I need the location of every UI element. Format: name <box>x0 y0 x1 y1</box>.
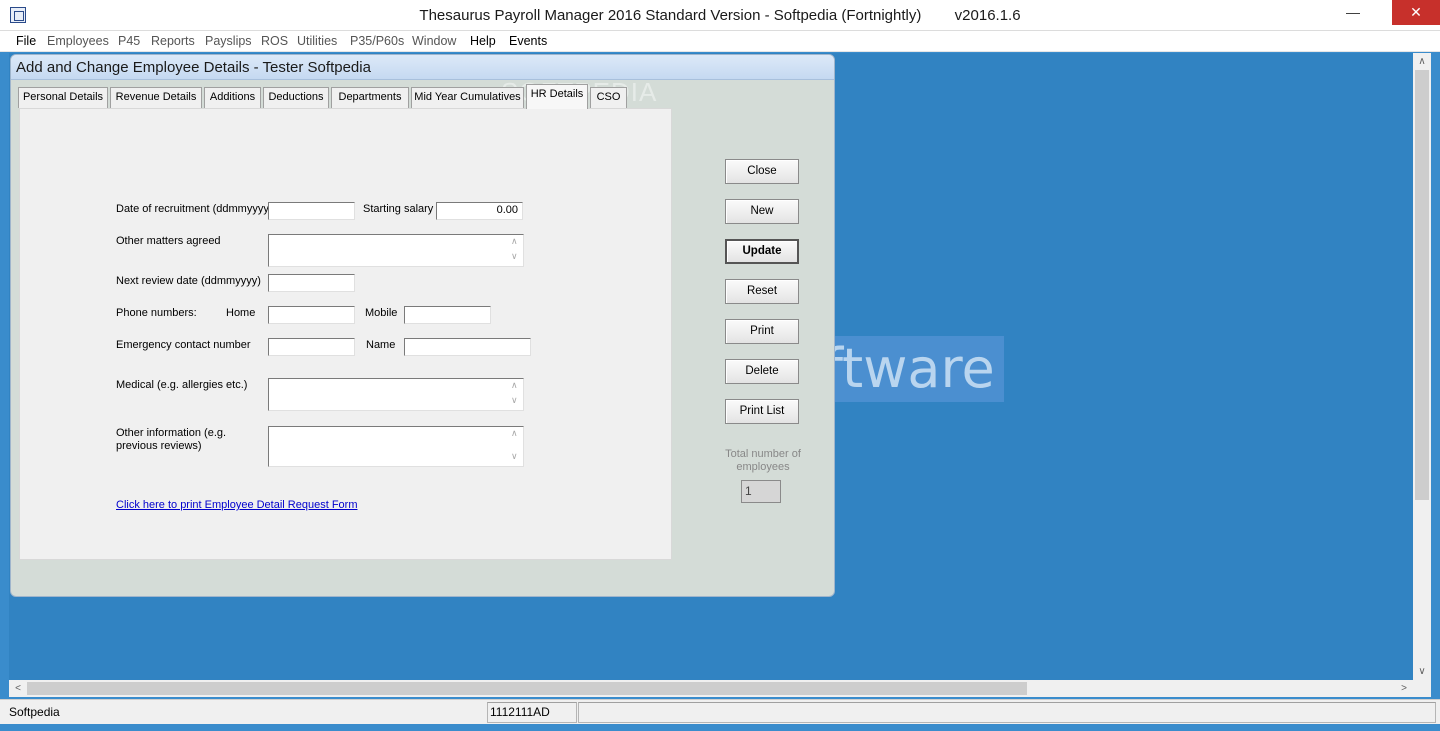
tab-personal-details[interactable]: Personal Details <box>18 87 108 108</box>
delete-button[interactable]: Delete <box>725 359 799 384</box>
print-request-form-link[interactable]: Click here to print Employee Detail Requ… <box>116 499 357 511</box>
horizontal-scroll-thumb[interactable] <box>27 682 1027 695</box>
tab-cso[interactable]: CSO <box>590 87 627 108</box>
scroll-up-icon[interactable]: ∧ <box>511 380 518 391</box>
child-title-bar[interactable]: Add and Change Employee Details - Tester… <box>11 55 834 80</box>
starting-salary-field[interactable]: 0.00 <box>436 202 523 220</box>
tab-departments[interactable]: Departments <box>331 87 409 108</box>
home-phone-field[interactable] <box>268 306 355 324</box>
hr-details-panel: Date of recruitment (ddmmyyyy) Starting … <box>19 108 672 560</box>
print-button[interactable]: Print <box>725 319 799 344</box>
menu-reports[interactable]: Reports <box>151 34 195 48</box>
menu-file[interactable]: File <box>16 34 36 48</box>
menu-events[interactable]: Events <box>509 34 547 48</box>
print-list-button[interactable]: Print List <box>725 399 799 424</box>
other-information-label: Other information (e.g. previous reviews… <box>116 427 227 452</box>
scroll-down-icon[interactable]: ∨ <box>511 451 518 462</box>
close-icon[interactable]: ✕ <box>1392 0 1440 25</box>
employee-details-window: Add and Change Employee Details - Tester… <box>10 54 835 597</box>
other-matters-field[interactable]: ∧ ∨ <box>268 234 524 267</box>
menu-help[interactable]: Help <box>470 34 496 48</box>
date-recruitment-field[interactable] <box>268 202 355 220</box>
menu-p35-p60s[interactable]: P35/P60s <box>350 34 404 48</box>
background-watermark: ftware <box>824 336 1004 402</box>
memo-scrollbar[interactable]: ∧ ∨ <box>509 379 523 410</box>
tab-revenue-details[interactable]: Revenue Details <box>110 87 202 108</box>
scroll-right-icon[interactable]: > <box>1395 680 1413 697</box>
medical-field[interactable]: ∧ ∨ <box>268 378 524 411</box>
emergency-contact-label: Emergency contact number <box>116 339 251 351</box>
medical-label: Medical (e.g. allergies etc.) <box>116 379 248 391</box>
menu-ros[interactable]: ROS <box>261 34 288 48</box>
menu-payslips[interactable]: Payslips <box>205 34 252 48</box>
scroll-up-icon[interactable]: ∧ <box>1413 53 1431 70</box>
scroll-down-icon[interactable]: ∨ <box>511 395 518 406</box>
scroll-up-icon[interactable]: ∧ <box>511 428 518 439</box>
new-button[interactable]: New <box>725 199 799 224</box>
horizontal-scrollbar[interactable]: < > <box>9 680 1413 697</box>
tab-hr-details[interactable]: HR Details <box>526 84 588 109</box>
update-button[interactable]: Update <box>725 239 799 264</box>
status-employer-number: 1112111AD <box>487 702 577 723</box>
window-title-bar: Thesaurus Payroll Manager 2016 Standard … <box>0 0 1440 31</box>
mobile-label: Mobile <box>365 307 398 319</box>
menu-employees[interactable]: Employees <box>47 34 109 48</box>
phone-numbers-label: Phone numbers: <box>116 307 197 319</box>
scroll-down-icon[interactable]: ∨ <box>511 251 518 262</box>
status-message <box>578 702 1436 723</box>
emergency-contact-field[interactable] <box>268 338 355 356</box>
contact-name-label: Name <box>366 339 396 351</box>
minimize-icon[interactable]: — <box>1330 0 1376 25</box>
scroll-up-icon[interactable]: ∧ <box>511 236 518 247</box>
child-window-title: Add and Change Employee Details - Tester… <box>16 59 371 76</box>
menu-window[interactable]: Window <box>412 34 456 48</box>
menu-utilities[interactable]: Utilities <box>297 34 337 48</box>
other-information-field[interactable]: ∧ ∨ <box>268 426 524 467</box>
vertical-scrollbar[interactable]: ∧ ∨ <box>1413 53 1431 680</box>
tab-additions[interactable]: Additions <box>204 87 261 108</box>
vertical-scroll-thumb[interactable] <box>1415 70 1429 500</box>
scroll-left-icon[interactable]: < <box>9 680 27 697</box>
tab-deductions[interactable]: Deductions <box>263 87 329 108</box>
starting-salary-label: Starting salary <box>363 203 434 215</box>
window-title: Thesaurus Payroll Manager 2016 Standard … <box>419 7 1021 24</box>
next-review-label: Next review date (ddmmyyyy) <box>116 275 261 287</box>
status-bar: Softpedia 1112111AD <box>0 699 1440 724</box>
reset-button[interactable]: Reset <box>725 279 799 304</box>
contact-name-field[interactable] <box>404 338 531 356</box>
other-matters-label: Other matters agreed <box>116 235 221 247</box>
date-recruitment-label: Date of recruitment (ddmmyyyy) <box>116 203 273 215</box>
memo-scrollbar[interactable]: ∧ ∨ <box>509 427 523 466</box>
close-button[interactable]: Close <box>725 159 799 184</box>
status-user: Softpedia <box>9 705 60 719</box>
menu-p45[interactable]: P45 <box>118 34 140 48</box>
next-review-field[interactable] <box>268 274 355 292</box>
mobile-phone-field[interactable] <box>404 306 491 324</box>
tab-mid-year-cumulatives[interactable]: Mid Year Cumulatives <box>411 87 524 108</box>
home-label: Home <box>226 307 256 319</box>
memo-scrollbar[interactable]: ∧ ∨ <box>509 235 523 266</box>
scroll-down-icon[interactable]: ∨ <box>1413 663 1431 680</box>
scroll-corner <box>1413 680 1431 697</box>
menu-bar: File Employees P45 Reports Payslips ROS … <box>0 31 1440 52</box>
total-employees-value: 1 <box>741 480 781 503</box>
total-employees-label: Total number of employees <box>725 448 801 473</box>
